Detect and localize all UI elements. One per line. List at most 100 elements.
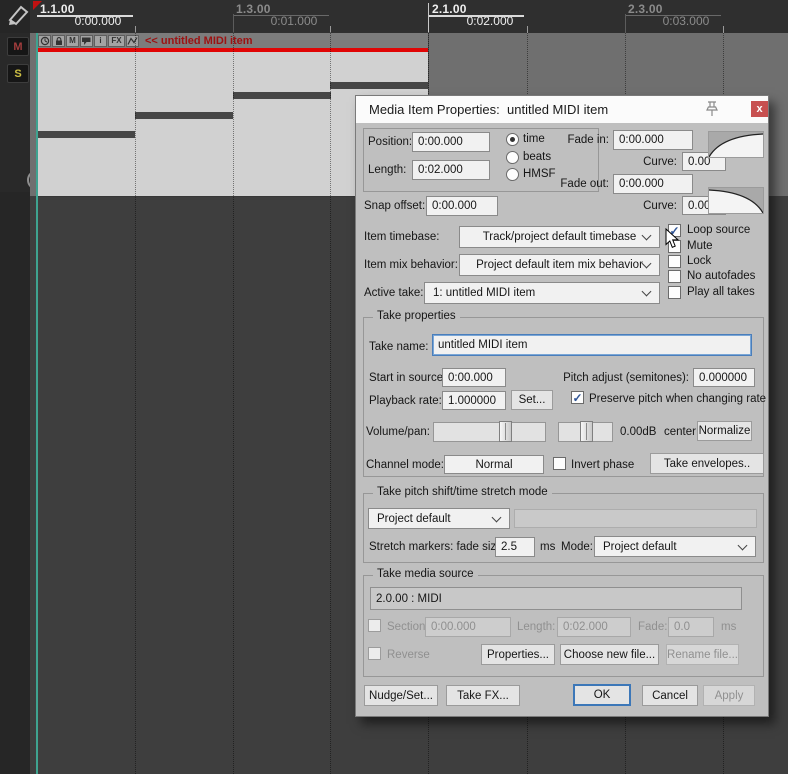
section-start-field: 0:00.000 xyxy=(425,617,511,637)
mouse-cursor xyxy=(665,228,680,250)
fade-in-field[interactable]: 0:00.000 xyxy=(613,130,693,150)
stretch-mode-select[interactable]: Project default xyxy=(594,536,756,557)
take-envelopes-button[interactable]: Take envelopes.. xyxy=(650,453,764,474)
item-envelope-icon[interactable] xyxy=(126,35,139,47)
item-timebase-select[interactable]: Track/project default timebase xyxy=(459,226,660,248)
preserve-pitch-checkbox[interactable]: ✓ xyxy=(571,391,584,404)
volume-slider[interactable] xyxy=(433,422,546,442)
close-icon[interactable]: x xyxy=(751,101,768,117)
item-lock-icon[interactable] xyxy=(52,35,65,47)
stretch-fade-size-field[interactable]: 2.5 xyxy=(495,537,535,557)
timeline-ruler[interactable]: 1.1.00 0:00.000 1.3.00 0:01.000 2.1.00 0… xyxy=(30,0,788,33)
radio-time[interactable] xyxy=(506,133,519,146)
grid-line xyxy=(135,33,136,774)
media-source-legend: Take media source xyxy=(373,568,478,580)
invert-phase-checkbox[interactable] xyxy=(553,457,566,470)
ruler-underline xyxy=(37,15,133,17)
section-label: Section: xyxy=(387,621,429,633)
pitch-mode-value: Project default xyxy=(377,513,451,525)
track-mute-button[interactable]: M xyxy=(7,37,29,56)
item-info-icon[interactable]: i xyxy=(94,35,107,47)
length-label: Length: xyxy=(368,164,406,176)
grid-line xyxy=(330,33,331,774)
dialog-titlebar[interactable]: Media Item Properties: untitled MIDI ite… xyxy=(356,96,768,123)
item-mute-button[interactable]: M xyxy=(66,35,79,47)
radio-hmsf[interactable] xyxy=(506,168,519,181)
active-take-select[interactable]: 1: untitled MIDI item xyxy=(424,282,660,304)
cancel-button[interactable]: Cancel xyxy=(642,685,698,706)
set-rate-button[interactable]: Set... xyxy=(511,390,553,410)
length-field[interactable]: 0:02.000 xyxy=(412,160,490,180)
source-properties-button[interactable]: Properties... xyxy=(481,644,555,665)
nudge-set-button[interactable]: Nudge/Set... xyxy=(364,685,438,706)
pitch-adjust-label: Pitch adjust (semitones): xyxy=(556,372,689,384)
start-in-source-label: Start in source: xyxy=(369,372,446,384)
reaper-arrange-view: M S 1.1.00 0:00.000 1.3.00 0:01.000 2.1.… xyxy=(0,0,788,774)
chevron-down-icon xyxy=(642,259,652,269)
no-autofades-label: No autofades xyxy=(687,270,755,282)
reverse-checkbox[interactable] xyxy=(368,647,381,660)
fade-out-label: Fade out: xyxy=(544,178,609,190)
take-name-input[interactable]: untitled MIDI item xyxy=(432,334,752,356)
pan-slider[interactable] xyxy=(558,422,613,442)
grid-line xyxy=(233,33,234,774)
normalize-button[interactable]: Normalize xyxy=(697,421,752,441)
item-mix-behavior-label: Item mix behavior: xyxy=(364,259,458,271)
playback-rate-label: Playback rate: xyxy=(369,395,442,407)
no-autofades-checkbox[interactable] xyxy=(668,270,681,283)
section-checkbox[interactable] xyxy=(368,619,381,632)
fade-in-label: Fade in: xyxy=(551,134,609,146)
pan-readout: center xyxy=(664,426,696,438)
snap-offset-field[interactable]: 0:00.000 xyxy=(426,196,498,216)
channel-mode-select[interactable]: Normal xyxy=(444,455,544,474)
start-in-source-field[interactable]: 0:00.000 xyxy=(442,368,506,387)
lock-checkbox[interactable] xyxy=(668,255,681,268)
position-field[interactable]: 0:00.000 xyxy=(412,132,490,152)
snap-offset-label: Snap offset: xyxy=(364,200,425,212)
edit-cursor-line[interactable] xyxy=(36,33,38,774)
chevron-down-icon xyxy=(642,287,652,297)
pan-slider-thumb[interactable] xyxy=(580,421,593,442)
stretch-mode-label: Mode: xyxy=(561,541,593,553)
pencil-tool-icon[interactable] xyxy=(6,3,32,27)
section-fade-label: Fade: xyxy=(638,621,667,633)
pitch-adjust-field[interactable]: 0.000000 xyxy=(693,368,755,387)
section-ms-label: ms xyxy=(721,621,736,633)
playback-rate-field[interactable]: 1.000000 xyxy=(442,391,506,410)
ruler-underline xyxy=(428,15,524,17)
item-timing-clock-icon[interactable] xyxy=(38,35,51,47)
item-timebase-value: Track/project default timebase xyxy=(483,231,637,243)
ruler-underline xyxy=(625,15,721,16)
track-solo-button[interactable]: S xyxy=(7,64,29,83)
item-mix-behavior-select[interactable]: Project default item mix behavior xyxy=(459,254,660,276)
fade-out-curve-button[interactable] xyxy=(708,187,764,214)
take-name-label: Take name: xyxy=(369,341,428,353)
reverse-label: Reverse xyxy=(387,649,430,661)
radio-beats-label: beats xyxy=(523,151,551,163)
volume-slider-thumb[interactable] xyxy=(499,421,512,442)
item-notes-icon[interactable] xyxy=(80,35,93,47)
apply-button: Apply xyxy=(703,685,755,706)
choose-new-file-button[interactable]: Choose new file... xyxy=(560,644,659,665)
edit-cursor-flag[interactable] xyxy=(33,1,42,10)
volume-readout: 0.00dB xyxy=(620,426,656,438)
rename-file-button: Rename file... xyxy=(666,644,739,665)
ruler-tick xyxy=(723,26,724,33)
active-take-value: 1: untitled MIDI item xyxy=(433,287,535,299)
invert-phase-label: Invert phase xyxy=(571,459,634,471)
ms-label: ms xyxy=(540,541,555,553)
chevron-down-icon xyxy=(738,540,748,550)
play-all-takes-checkbox[interactable] xyxy=(668,286,681,299)
ruler-underline xyxy=(233,15,329,16)
fade-in-curve-button[interactable] xyxy=(708,131,764,158)
ok-button[interactable]: OK xyxy=(573,684,631,706)
take-fx-button[interactable]: Take FX... xyxy=(446,685,520,706)
item-fx-button[interactable]: FX xyxy=(108,35,125,47)
radio-beats[interactable] xyxy=(506,151,519,164)
pin-icon[interactable] xyxy=(705,100,719,118)
stretch-mode-value: Project default xyxy=(603,541,677,553)
pitch-mode-select[interactable]: Project default xyxy=(368,508,510,529)
fade-out-field[interactable]: 0:00.000 xyxy=(613,174,693,194)
media-item-properties-dialog: Media Item Properties: untitled MIDI ite… xyxy=(355,95,769,717)
volume-pan-label: Volume/pan: xyxy=(366,426,430,438)
